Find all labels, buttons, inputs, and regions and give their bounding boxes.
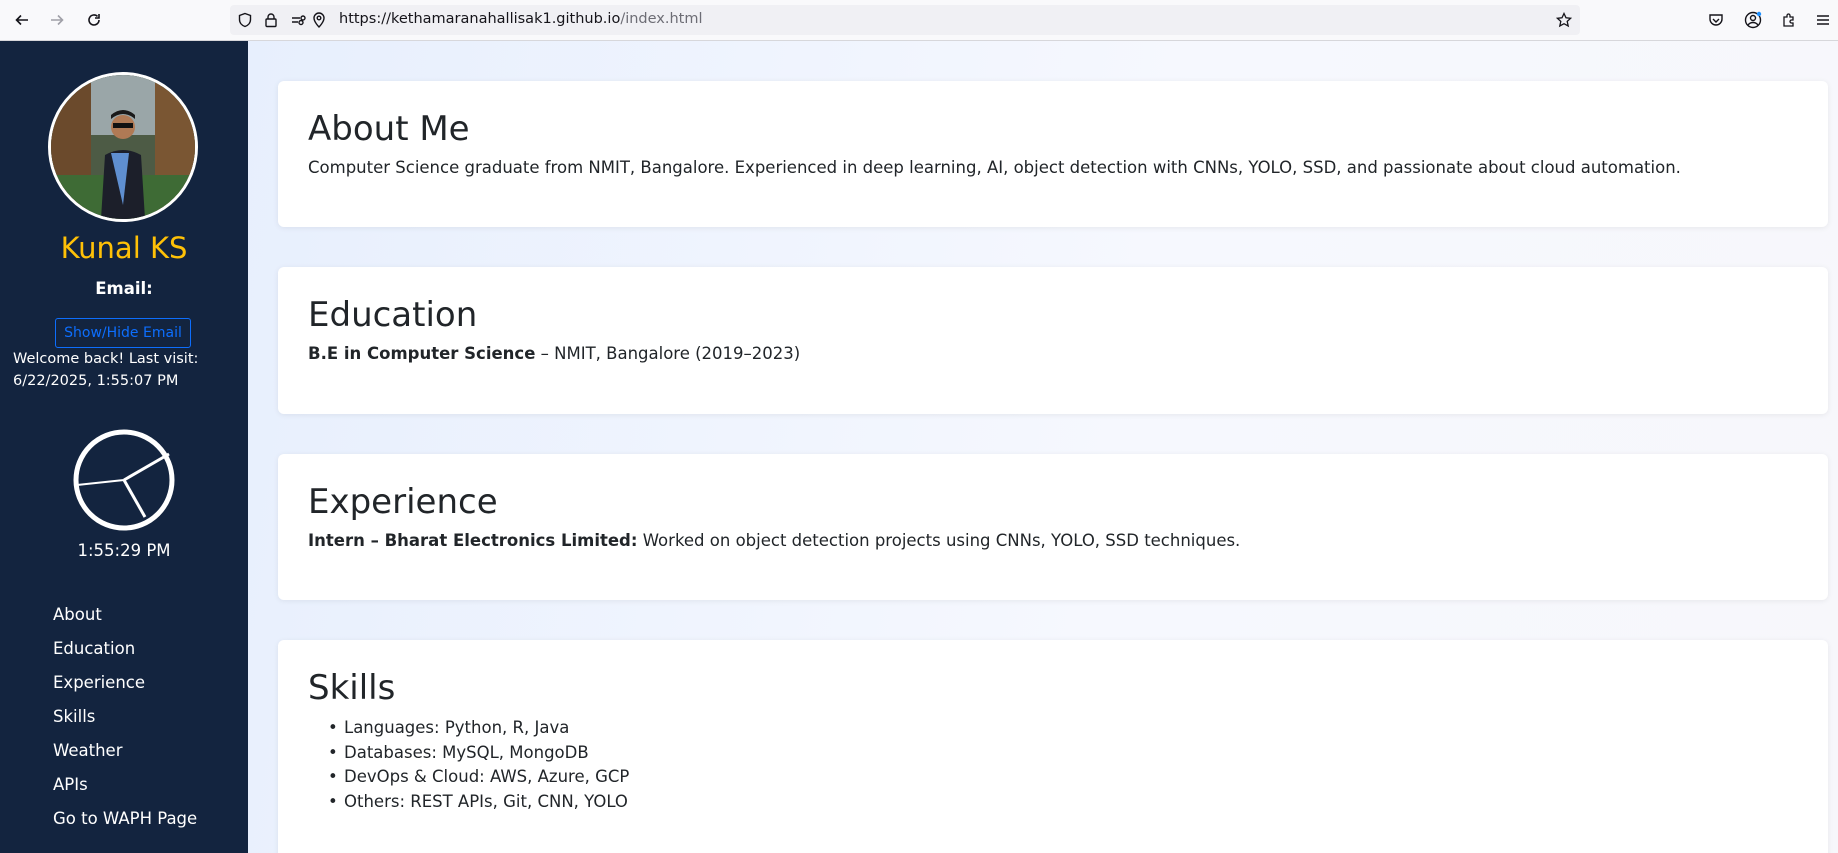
menu-icon[interactable] xyxy=(1811,8,1835,32)
address-bar[interactable]: https://kethamaranahallisak1.github.io/i… xyxy=(230,5,1580,35)
extensions-icon[interactable] xyxy=(1777,8,1801,32)
account-icon[interactable] xyxy=(1741,8,1765,32)
education-detail: – NMIT, Bangalore (2019–2023) xyxy=(535,344,801,363)
pocket-icon[interactable] xyxy=(1704,8,1728,32)
sidebar: Kunal KS Email: Show/Hide Email Welcome … xyxy=(0,41,248,853)
main-content: About Me Computer Science graduate from … xyxy=(248,41,1838,853)
nav-experience[interactable]: Experience xyxy=(53,666,197,700)
about-heading: About Me xyxy=(308,109,470,149)
experience-text: Intern – Bharat Electronics Limited: Wor… xyxy=(308,531,1240,550)
permissions-icon[interactable] xyxy=(290,11,308,29)
location-icon[interactable] xyxy=(310,11,328,29)
skills-heading: Skills xyxy=(308,668,396,708)
experience-detail: Worked on object detection projects usin… xyxy=(637,531,1241,550)
url-path: /index.html xyxy=(620,11,703,27)
skills-list: Languages: Python, R, Java Databases: My… xyxy=(328,716,629,814)
nav-waph-page[interactable]: Go to WAPH Page xyxy=(53,802,197,836)
forward-arrow-icon[interactable] xyxy=(45,8,69,32)
shield-icon[interactable] xyxy=(236,11,254,29)
url-text[interactable]: https://kethamaranahallisak1.github.io/i… xyxy=(339,11,703,27)
welcome-message: Welcome back! Last visit: 6/22/2025, 1:5… xyxy=(13,351,199,389)
skills-list-item: Languages: Python, R, Java xyxy=(328,716,629,741)
about-card: About Me Computer Science graduate from … xyxy=(278,81,1828,227)
skills-card: Skills Languages: Python, R, Java Databa… xyxy=(278,640,1828,853)
education-heading: Education xyxy=(308,295,478,335)
nav-weather[interactable]: Weather xyxy=(53,734,197,768)
profile-name: Kunal KS xyxy=(60,231,188,265)
sidebar-nav: About Education Experience Skills Weathe… xyxy=(53,598,197,836)
lock-icon[interactable] xyxy=(262,11,280,29)
skills-list-item: DevOps & Cloud: AWS, Azure, GCP xyxy=(328,765,629,790)
show-hide-email-button[interactable]: Show/Hide Email xyxy=(55,318,191,348)
experience-heading: Experience xyxy=(308,482,498,522)
skills-list-item: Others: REST APIs, Git, CNN, YOLO xyxy=(328,790,629,815)
experience-card: Experience Intern – Bharat Electronics L… xyxy=(278,454,1828,600)
nav-education[interactable]: Education xyxy=(53,632,197,666)
nav-apis[interactable]: APIs xyxy=(53,768,197,802)
education-degree: B.E in Computer Science xyxy=(308,344,536,363)
bookmark-star-icon[interactable] xyxy=(1555,11,1573,29)
avatar xyxy=(48,72,198,222)
back-arrow-icon[interactable] xyxy=(10,8,34,32)
url-host: https://kethamaranahallisak1.github.io xyxy=(339,11,621,27)
nav-skills[interactable]: Skills xyxy=(53,700,197,734)
email-label: Email: xyxy=(95,279,153,298)
browser-toolbar: https://kethamaranahallisak1.github.io/i… xyxy=(0,0,1838,41)
education-card: Education B.E in Computer Science – NMIT… xyxy=(278,267,1828,414)
clock-time: 1:55:29 PM xyxy=(77,541,171,560)
experience-role: Intern – Bharat Electronics Limited: xyxy=(308,531,638,550)
education-text: B.E in Computer Science – NMIT, Bangalor… xyxy=(308,344,800,363)
about-text: Computer Science graduate from NMIT, Ban… xyxy=(308,158,1681,177)
nav-about[interactable]: About xyxy=(53,598,197,632)
analog-clock xyxy=(73,429,175,531)
reload-icon[interactable] xyxy=(82,8,106,32)
skills-list-item: Databases: MySQL, MongoDB xyxy=(328,741,629,766)
